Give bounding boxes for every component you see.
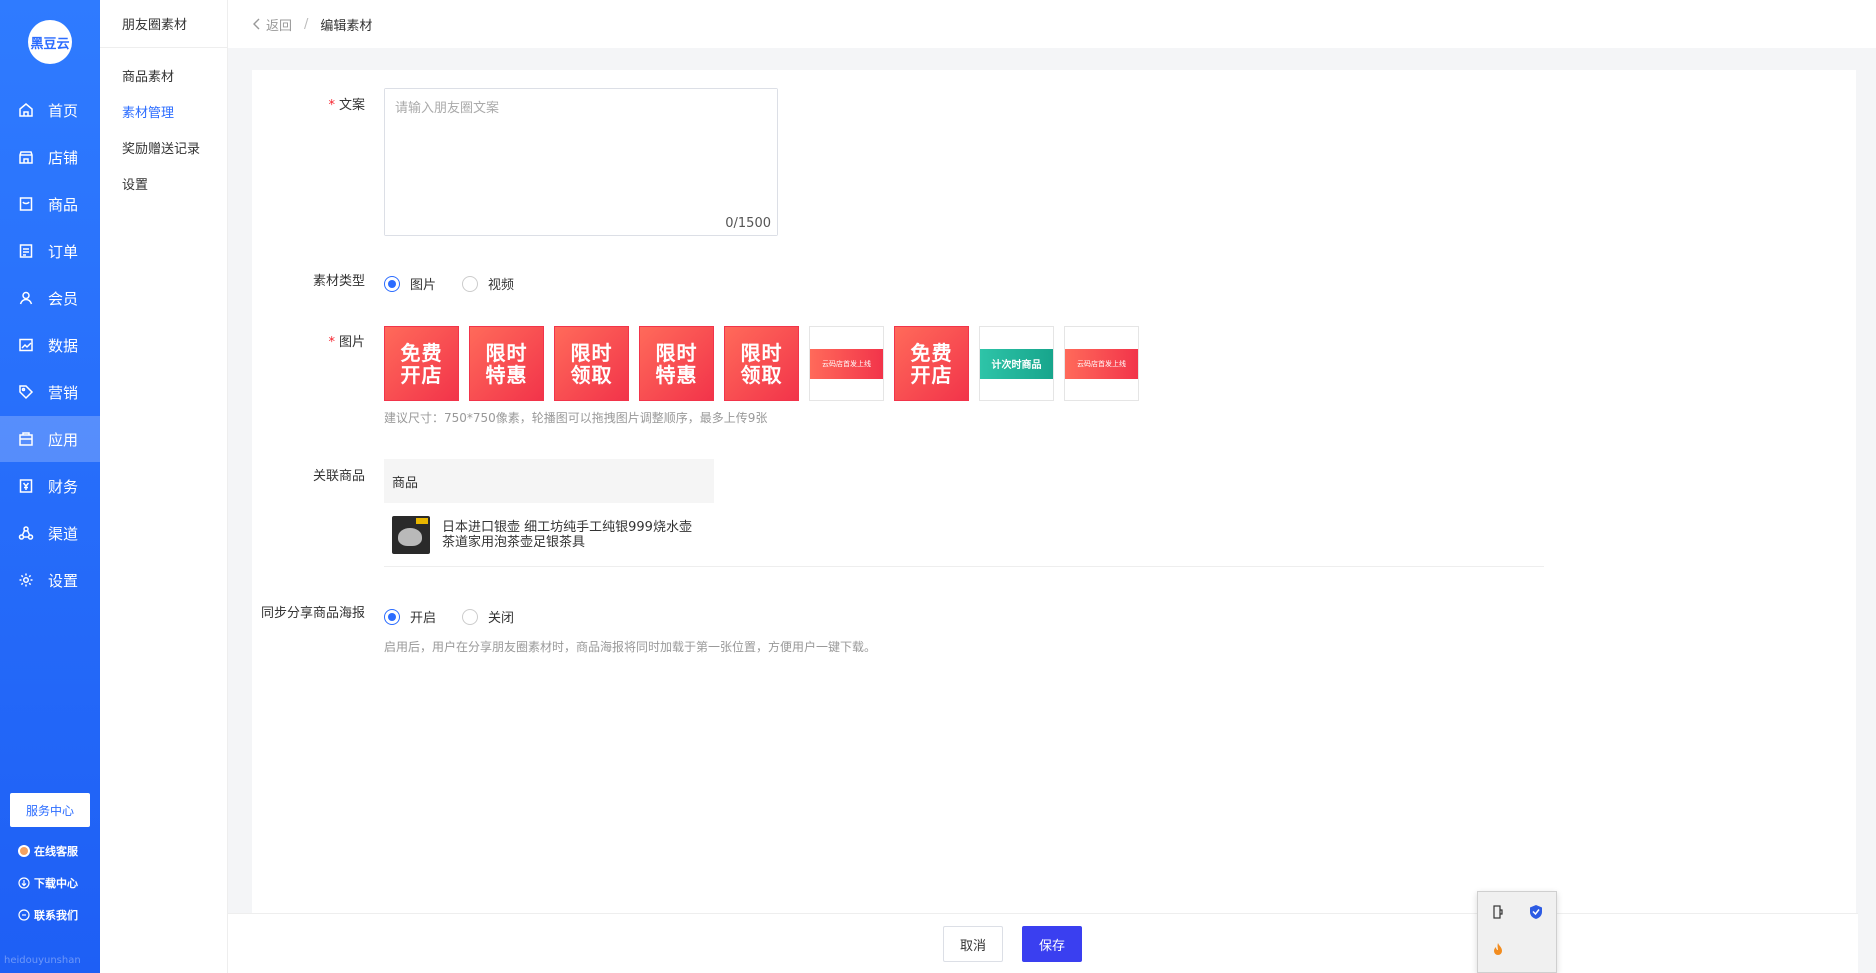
shield-icon[interactable] [1528,904,1544,920]
radio-video[interactable]: 视频 [462,274,514,293]
subnav-item-material-manage[interactable]: 素材管理 [122,102,174,121]
goods-name: 日本进口银壶 细工坊纯手工纯银999烧水壶茶道家用泡茶壶足银茶具 [442,519,692,550]
image-thumb[interactable]: 云码店首发上线 [1064,326,1139,401]
image-thumb[interactable]: 计次时商品 [979,326,1054,401]
nav-item-channel[interactable]: 渠道 [0,510,100,556]
nav-label: 商品 [48,195,79,214]
main-sidebar: 黑豆云 首页 店铺 商品 订单 会员 数据 营销 应用 财务 渠道 设置 服务中… [0,0,100,973]
image-thumb[interactable]: 限时特惠 [639,326,714,401]
subnav-item-settings[interactable]: 设置 [122,174,148,193]
nav-label: 设置 [48,571,79,590]
nav-item-order[interactable]: 订单 [0,228,100,274]
nav-item-marketing[interactable]: 营销 [0,369,100,415]
type-label: 素材类型 [312,274,365,289]
gear-icon [18,572,34,588]
nav-item-store[interactable]: 店铺 [0,134,100,180]
nav-label: 首页 [48,101,79,120]
channel-icon [18,525,34,541]
finance-icon [18,478,34,494]
secondary-sidebar: 朋友圈素材 商品素材 素材管理 奖励赠送记录 设置 [100,0,228,973]
system-tray-popup [1477,891,1557,973]
usb-icon[interactable] [1490,904,1506,920]
table-row: 日本进口银壶 细工坊纯手工纯银999烧水壶茶道家用泡茶壶足银茶具 [384,503,1544,567]
store-icon [18,149,34,165]
breadcrumb-separator: / [304,16,309,32]
nav-item-member[interactable]: 会员 [0,275,100,321]
subnav-item-reward-record[interactable]: 奖励赠送记录 [122,138,200,157]
chat-icon [18,909,30,921]
radio-image[interactable]: 图片 [384,274,436,293]
image-thumb[interactable]: 免费开店 [384,326,459,401]
radio-dot [462,608,478,625]
contact-us-link[interactable]: 联系我们 [18,907,78,923]
nav-item-settings[interactable]: 设置 [0,557,100,603]
subnav-title: 朋友圈素材 [100,0,227,48]
goods-icon [18,196,34,212]
nav-label: 店铺 [48,148,79,167]
sidebar-footer-text: heidouyunshan [4,955,81,966]
save-button[interactable]: 保存 [1022,926,1082,962]
image-list: 免费开店 限时特惠 限时领取 限时特惠 限时领取 云码店首发上线 免费开店 计次… [384,326,1139,401]
nav-item-data[interactable]: 数据 [0,322,100,368]
radio-dot-checked [384,275,400,292]
radio-dot [462,275,478,292]
chevron-left-icon [252,18,262,30]
member-icon [18,290,34,306]
service-center-button[interactable]: 服务中心 [10,793,90,827]
logo[interactable]: 黑豆云 [28,20,72,64]
nav-label: 应用 [48,430,79,449]
breadcrumb: 返回 / 编辑素材 [228,0,1876,48]
radio-sync-on[interactable]: 开启 [384,607,436,626]
avatar-icon [18,845,30,857]
image-thumb[interactable]: 限时特惠 [469,326,544,401]
app-icon [18,431,34,447]
page-title: 编辑素材 [320,18,373,34]
radio-dot-checked [384,608,400,625]
online-service-link[interactable]: 在线客服 [18,843,78,859]
tag-icon [18,384,34,400]
nav-label: 会员 [48,289,79,308]
sync-label: 同步分享商品海报 [260,606,365,621]
image-thumb[interactable]: 限时领取 [724,326,799,401]
chart-icon [18,337,34,353]
nav-label: 营销 [48,383,79,402]
nav-item-finance[interactable]: 财务 [0,463,100,509]
nav-label: 数据 [48,336,79,355]
image-thumb[interactable]: 限时领取 [554,326,629,401]
image-label: * 图片 [328,335,365,350]
required-mark: * [328,335,335,350]
subnav-item-goods-material[interactable]: 商品素材 [122,66,174,85]
nav-item-app[interactable]: 应用 [0,416,100,462]
copy-label: * 文案 [328,98,365,113]
nav-label: 渠道 [48,524,79,543]
goods-label: 关联商品 [312,469,365,484]
image-thumb[interactable]: 免费开店 [894,326,969,401]
sync-hint: 启用后，用户在分享朋友圈素材时，商品海报将同时加载于第一张位置，方便用户一键下载… [384,640,877,654]
download-icon [18,877,30,889]
image-thumb[interactable]: 云码店首发上线 [809,326,884,401]
nav-label: 订单 [48,242,79,261]
download-center-link[interactable]: 下载中心 [18,875,78,891]
nav-item-goods[interactable]: 商品 [0,181,100,227]
required-mark: * [328,98,335,113]
copy-textarea-wrapper: 0/1500 [384,88,778,236]
image-hint: 建议尺寸：750*750像素，轮播图可以拖拽图片调整顺序，最多上传9张 [384,411,768,425]
nav-item-home[interactable]: 首页 [0,87,100,133]
copy-textarea[interactable] [385,89,777,235]
order-icon [18,243,34,259]
home-icon [18,102,34,118]
cancel-button[interactable]: 取消 [943,926,1003,962]
goods-image [392,515,430,554]
back-link[interactable]: 返回 [252,15,292,34]
goods-table-header: 商品 [384,459,714,503]
nav-label: 财务 [48,477,79,496]
radio-sync-off[interactable]: 关闭 [462,607,514,626]
flame-icon[interactable] [1490,942,1506,958]
char-counter: 0/1500 [725,216,771,231]
